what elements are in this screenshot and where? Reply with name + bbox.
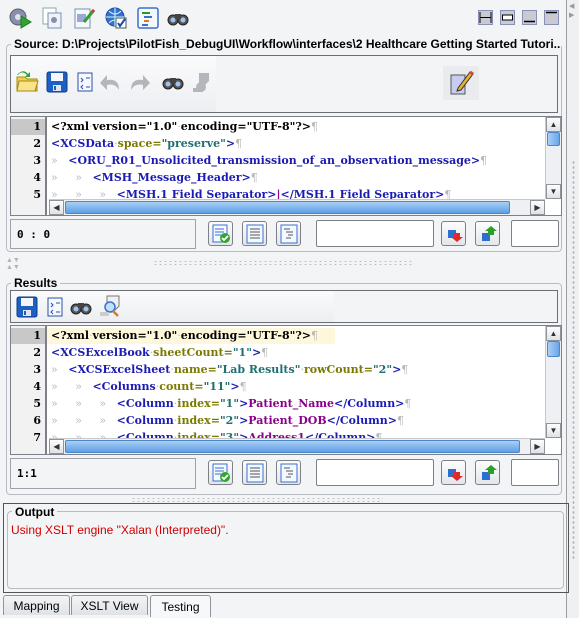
format-document-icon — [246, 463, 263, 482]
scroll-thumb[interactable] — [65, 201, 510, 214]
find-next-button[interactable] — [441, 460, 466, 485]
output-label: Output — [12, 505, 58, 519]
source-toolbar — [10, 55, 558, 113]
find-icon[interactable] — [69, 295, 93, 319]
xpath-icon[interactable] — [191, 70, 215, 94]
find-previous-button[interactable] — [475, 221, 500, 246]
main-toolbar — [0, 0, 566, 36]
find-icon[interactable] — [161, 70, 185, 94]
settings-document-icon[interactable] — [40, 6, 64, 30]
results-editor[interactable]: 1 2 3 4 5 6 7 <?xml·version="1.0"·encodi… — [10, 325, 562, 455]
find-previous-button[interactable] — [475, 460, 500, 485]
scroll-down-button[interactable]: ▼ — [546, 423, 561, 438]
xpath-search-icon[interactable] — [99, 294, 123, 318]
xml-document-icon[interactable] — [43, 295, 67, 319]
xml-document-icon[interactable] — [73, 70, 97, 94]
scroll-left-button[interactable]: ◀ — [49, 200, 64, 215]
results-extra-input[interactable] — [511, 459, 559, 486]
source-vertical-scrollbar[interactable]: ▲ ▼ — [545, 117, 561, 199]
layout-bottom-button[interactable] — [522, 10, 537, 25]
validate-button[interactable] — [208, 221, 233, 246]
indent-document-icon — [280, 224, 297, 243]
source-search-input[interactable] — [316, 220, 434, 247]
results-search-input[interactable] — [316, 459, 434, 486]
tab-testing[interactable]: Testing — [150, 595, 211, 617]
open-folder-icon[interactable] — [15, 70, 39, 94]
splitter-handle[interactable] — [153, 260, 413, 266]
arrow-down-icon — [447, 229, 463, 242]
web-validate-icon[interactable] — [104, 6, 128, 30]
layout-split-horizontal-button[interactable] — [478, 10, 493, 25]
code-line: » <XCSExcelSheet·name="Lab Results"·rowC… — [51, 363, 409, 376]
scroll-thumb[interactable] — [547, 341, 560, 357]
arrow-up-icon — [481, 225, 497, 241]
code-line: <?xml·version="1.0"·encoding="UTF-8"?>¶ — [51, 329, 319, 342]
scroll-right-button[interactable]: ▶ — [530, 200, 545, 215]
indent-button[interactable] — [276, 460, 301, 485]
source-cursor-position: 0 : 0 — [10, 219, 196, 249]
collapse-arrows-icon[interactable]: ◀ ▶ — [569, 2, 574, 20]
code-line: » » <Columns·count="11">¶ — [51, 380, 247, 393]
validate-button[interactable] — [208, 460, 233, 485]
validate-icon — [212, 224, 230, 243]
code-line: » <ORU_R01_Unsolicited_transmission_of_a… — [51, 154, 488, 167]
tab-xslt-view[interactable]: XSLT View — [71, 595, 148, 615]
source-editor[interactable]: 1 2 3 4 5 <?xml·version="1.0"·encoding="… — [10, 116, 562, 216]
code-line: » » » <MSH.1 Field Separator>|</MSH.1 Fi… — [51, 188, 452, 199]
edit-icon — [450, 70, 474, 95]
code-line: » » <MSH_Message_Header>¶ — [51, 171, 258, 184]
source-horizontal-scrollbar[interactable]: ◀ ▶ — [49, 199, 545, 215]
run-icon[interactable] — [8, 6, 32, 30]
scroll-down-button[interactable]: ▼ — [546, 184, 561, 199]
scroll-up-button[interactable]: ▲ — [546, 326, 561, 341]
scroll-thumb[interactable] — [65, 440, 520, 453]
layout-split-middle-button[interactable] — [500, 10, 515, 25]
scroll-right-button[interactable]: ▶ — [530, 439, 545, 454]
indent-document-icon — [280, 463, 297, 482]
code-line: <XCSExcelBook·sheetCount="1">¶ — [51, 346, 269, 359]
source-extra-input[interactable] — [511, 220, 559, 247]
scroll-up-button[interactable]: ▲ — [546, 117, 561, 132]
results-horizontal-scrollbar[interactable]: ◀ ▶ — [49, 438, 545, 454]
format-document-icon — [246, 224, 263, 243]
code-line: » » » <Column·index="1">Patient_Name</Co… — [51, 397, 412, 410]
source-path-label: Source: D:\Projects\PilotFish_DebugUI\Wo… — [11, 37, 561, 51]
results-vertical-scrollbar[interactable]: ▲ ▼ — [545, 326, 561, 438]
edit-document-icon[interactable] — [72, 6, 96, 30]
output-message: Using XSLT engine "Xalan (Interpreted)". — [11, 523, 229, 537]
code-line: » » » <Column·index="2">Patient_DOB</Col… — [51, 414, 404, 427]
tab-mapping[interactable]: Mapping — [3, 595, 70, 615]
arrow-up-icon — [481, 464, 497, 480]
binoculars-icon[interactable] — [166, 6, 190, 30]
source-code-area[interactable]: <?xml·version="1.0"·encoding="UTF-8"?>¶ <… — [11, 117, 545, 199]
undo-icon[interactable] — [99, 70, 123, 94]
format-button[interactable] — [242, 221, 267, 246]
code-line: » » » <Column·index="3">Address1</Column… — [51, 431, 383, 438]
arrow-down-icon — [447, 468, 463, 481]
find-next-button[interactable] — [441, 221, 466, 246]
results-cursor-position: 1:1 — [10, 458, 196, 489]
code-line: <?xml·version="1.0"·encoding="UTF-8"?>¶ — [51, 120, 319, 133]
results-toolbar — [10, 290, 558, 323]
code-line: <XCSData·space="preserve">¶ — [51, 137, 243, 150]
results-label: Results — [11, 276, 61, 290]
results-code-area[interactable]: <?xml·version="1.0"·encoding="UTF-8"?>¶ <… — [11, 326, 545, 438]
validate-icon — [212, 463, 230, 482]
scroll-left-button[interactable]: ◀ — [49, 439, 64, 454]
xslt-outline-icon[interactable] — [136, 6, 160, 30]
splitter-arrows-icon[interactable]: ▲▼ ▲▼ — [6, 257, 20, 271]
scroll-thumb[interactable] — [547, 132, 560, 146]
format-button[interactable] — [242, 460, 267, 485]
indent-button[interactable] — [276, 221, 301, 246]
save-icon[interactable] — [15, 295, 39, 319]
redo-icon[interactable] — [127, 70, 151, 94]
layout-top-button[interactable] — [544, 10, 559, 25]
save-icon[interactable] — [45, 70, 69, 94]
edit-button[interactable] — [443, 66, 479, 100]
